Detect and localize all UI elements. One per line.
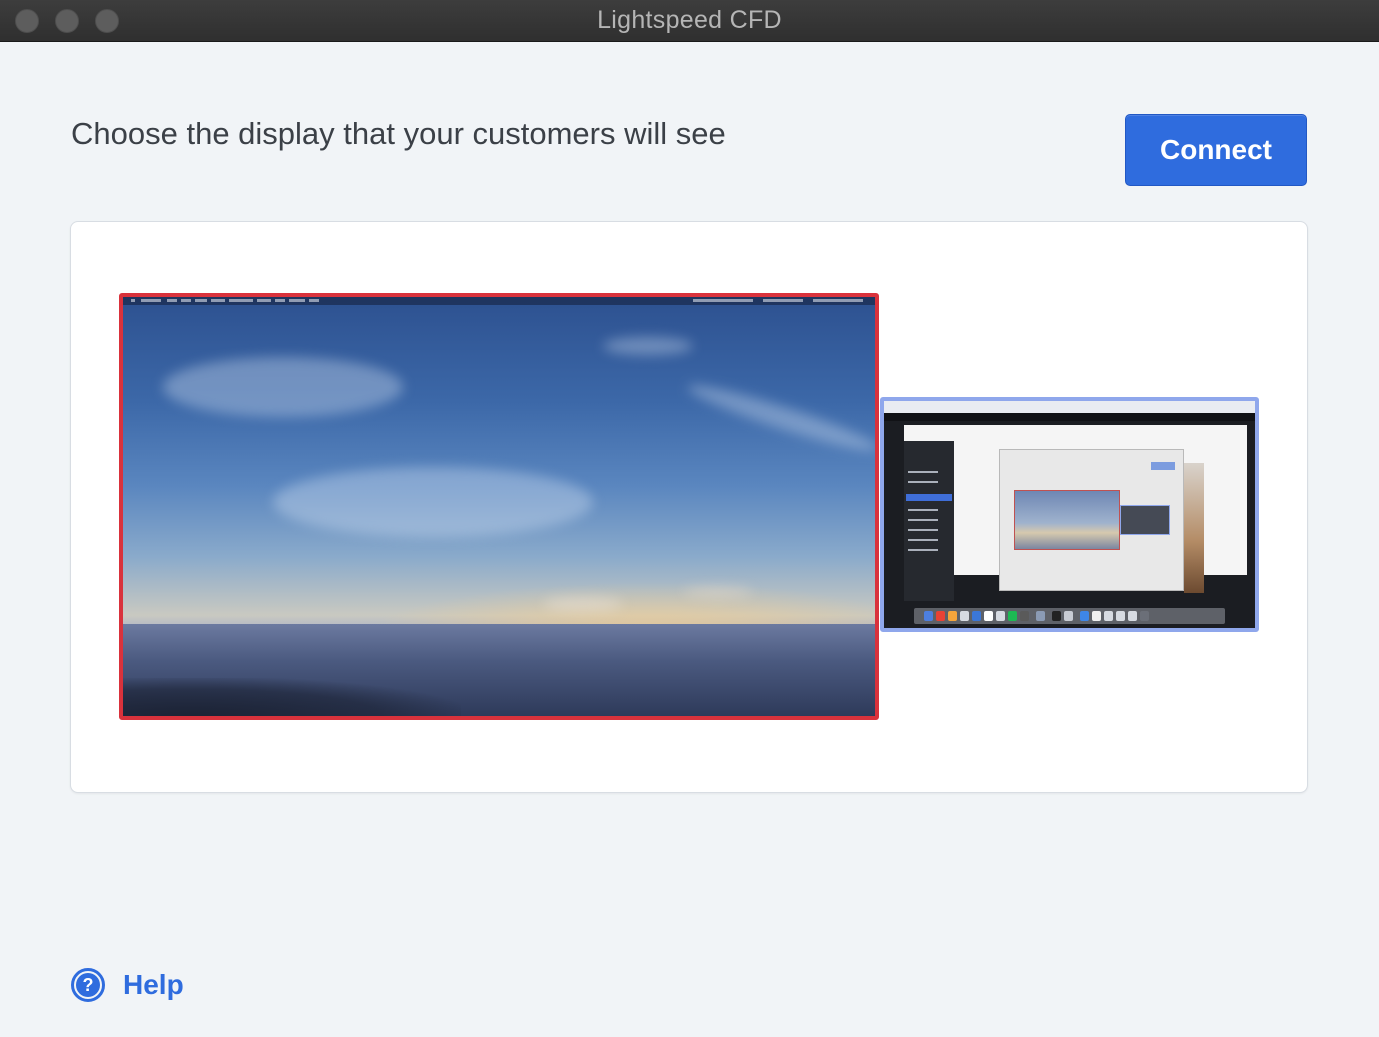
title-bar[interactable]: Lightspeed CFD xyxy=(0,0,1379,42)
display-option-secondary[interactable] xyxy=(880,397,1259,632)
wallpaper-cloud xyxy=(683,587,753,597)
display-menubar-preview xyxy=(884,413,1255,421)
page-heading: Choose the display that your customers w… xyxy=(71,116,726,151)
sidebar-preview xyxy=(904,441,954,601)
photo-preview xyxy=(1184,463,1204,593)
display-topstrip xyxy=(884,401,1255,413)
connect-button[interactable]: Connect xyxy=(1125,114,1307,186)
help-icon-glyph: ? xyxy=(76,973,100,997)
dialog-preview xyxy=(999,449,1184,591)
display-option-primary[interactable] xyxy=(119,293,879,720)
display-menubar-preview xyxy=(123,297,875,305)
wallpaper-cloud xyxy=(273,467,593,537)
help-link[interactable]: ? Help xyxy=(71,966,184,1004)
wallpaper-cloud xyxy=(603,337,693,355)
app-window: Lightspeed CFD Choose the display that y… xyxy=(0,0,1379,1037)
wallpaper-cloud xyxy=(163,357,403,417)
question-circle-icon: ? xyxy=(71,968,105,1002)
window-title: Lightspeed CFD xyxy=(597,6,782,34)
wallpaper-cloud xyxy=(543,597,623,611)
dock-preview xyxy=(914,608,1225,624)
wallpaper-rocks xyxy=(123,678,462,716)
help-label: Help xyxy=(123,969,184,1000)
